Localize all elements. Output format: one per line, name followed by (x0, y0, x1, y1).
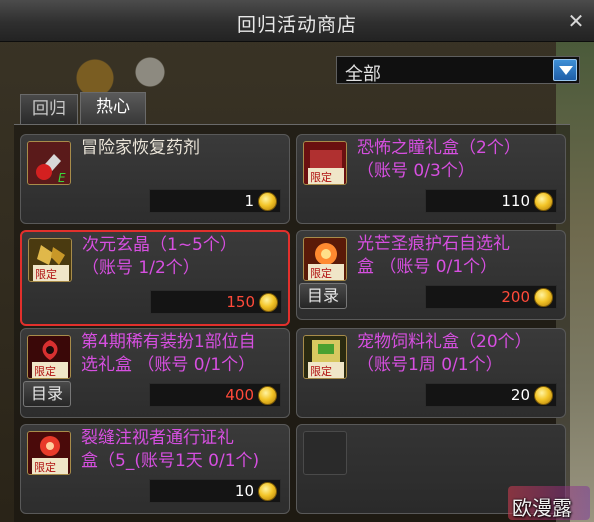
item-name: 宠物饲料礼盒（20个） （账号1周 0/1个） (357, 332, 532, 375)
limited-petfood-icon: 限定 (303, 335, 347, 379)
limited-crystal-icon: 限定 (28, 238, 72, 282)
tab-return-label: 回归 (32, 99, 66, 119)
price-value: 20 (510, 386, 530, 404)
coin-icon (258, 386, 277, 405)
item-name: 恐怖之瞳礼盒（2个） （账号 0/3个） (357, 138, 521, 181)
tab-enthusiasm-label: 热心 (96, 97, 130, 117)
svg-text:限定: 限定 (34, 364, 56, 378)
coin-icon (534, 192, 553, 211)
item-name: 光芒圣痕护石自选礼 盒 （账号 0/1个） (357, 234, 510, 277)
svg-text:E: E (58, 171, 66, 185)
svg-text:限定: 限定 (34, 460, 56, 474)
price-value: 10 (234, 482, 254, 500)
coin-icon (534, 288, 553, 307)
shop-item-card[interactable]: 限定 第4期稀有装扮1部位自 选礼盒 （账号 0/1个） 目录 400 (20, 328, 290, 418)
svg-text:限定: 限定 (310, 364, 332, 378)
price-box: 200 (425, 285, 557, 309)
svg-text:限定: 限定 (35, 267, 57, 281)
coin-icon (259, 293, 278, 312)
coin-icon (258, 482, 277, 501)
price-box: 150 (150, 290, 282, 314)
price-value: 400 (225, 386, 254, 404)
limited-box-icon: 限定 (303, 141, 347, 185)
coin-icon (258, 192, 277, 211)
dropdown-arrow-button[interactable] (553, 59, 577, 81)
chevron-down-icon (559, 66, 573, 75)
catalog-button[interactable]: 目录 (23, 381, 71, 407)
price-box: 110 (425, 189, 557, 213)
price-value: 200 (501, 288, 530, 306)
catalog-button[interactable]: 目录 (299, 283, 347, 309)
category-filter-select[interactable]: 全部 (336, 56, 580, 85)
potion-icon: E (27, 141, 71, 185)
svg-text:限定: 限定 (310, 170, 332, 184)
watermark-text: 欧漫露 (512, 496, 572, 520)
limited-stone-icon: 限定 (303, 237, 347, 281)
tab-enthusiasm[interactable]: 热心 (80, 92, 146, 124)
filter-selected-value: 全部 (345, 64, 381, 85)
shop-item-card[interactable]: E 冒险家恢复药剂 1 (20, 134, 290, 224)
item-name: 冒险家恢复药剂 (81, 138, 200, 158)
empty-slot-icon (303, 431, 347, 475)
window-title: 回归活动商店 (236, 14, 357, 36)
price-value: 110 (501, 192, 530, 210)
price-value: 1 (244, 192, 254, 210)
shop-item-card[interactable]: 限定 光芒圣痕护石自选礼 盒 （账号 0/1个） 目录 200 (296, 230, 566, 320)
shop-item-card[interactable]: 限定 裂缝注视者通行证礼 盒（5_(账号1天 0/1个) 10 (20, 424, 290, 514)
item-name: 第4期稀有装扮1部位自 选礼盒 （账号 0/1个） (81, 332, 256, 375)
limited-costume-icon: 限定 (27, 335, 71, 379)
svg-text:限定: 限定 (310, 266, 332, 280)
title-bar[interactable]: 回归活动商店 ✕ (0, 0, 594, 42)
close-icon[interactable]: ✕ (566, 11, 586, 31)
price-box: 400 (149, 383, 281, 407)
price-value: 150 (226, 293, 255, 311)
price-box: 10 (149, 479, 281, 503)
tab-return[interactable]: 回归 (20, 94, 78, 124)
shop-item-card-selected[interactable]: 限定 次元玄晶（1~5个） （账号 1/2个） 150 (20, 230, 290, 326)
price-box: 20 (425, 383, 557, 407)
item-name: 裂缝注视者通行证礼 盒（5_(账号1天 0/1个) (81, 428, 260, 471)
coin-icon (534, 386, 553, 405)
price-box: 1 (149, 189, 281, 213)
item-name: 次元玄晶（1~5个） （账号 1/2个） (82, 235, 237, 278)
shop-item-card[interactable]: 限定 恐怖之瞳礼盒（2个） （账号 0/3个） 110 (296, 134, 566, 224)
shop-item-card[interactable]: 限定 宠物饲料礼盒（20个） （账号1周 0/1个） 20 (296, 328, 566, 418)
limited-pass-icon: 限定 (27, 431, 71, 475)
